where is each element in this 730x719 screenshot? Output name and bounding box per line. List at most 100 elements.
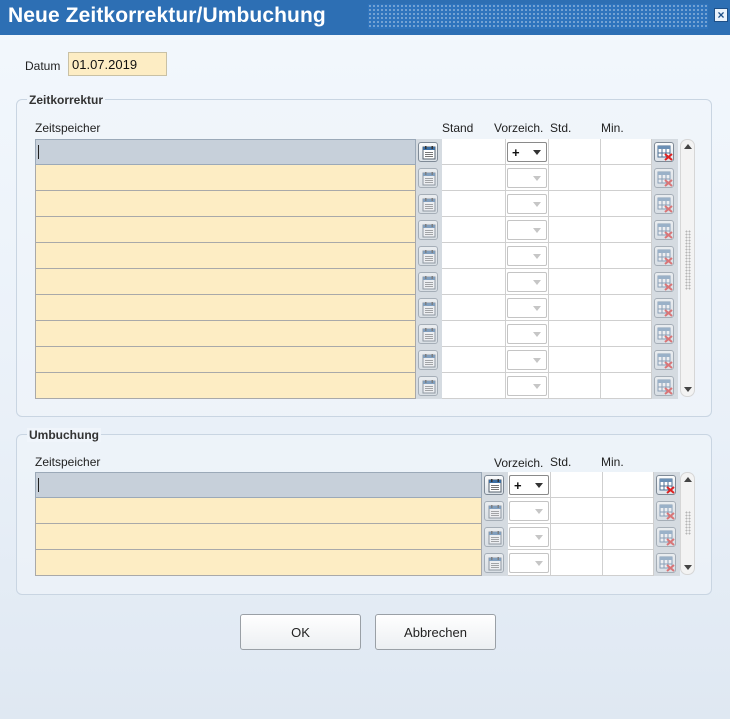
min-input[interactable] xyxy=(601,243,652,269)
table-delete-icon[interactable] xyxy=(654,272,674,292)
sign-select[interactable] xyxy=(509,527,549,547)
scroll-up-icon[interactable] xyxy=(683,474,692,485)
table-delete-icon[interactable] xyxy=(654,168,674,188)
min-input[interactable] xyxy=(601,347,652,373)
sign-select[interactable]: + xyxy=(509,475,549,495)
min-input[interactable] xyxy=(601,295,652,321)
zeitspeicher-cell[interactable] xyxy=(35,269,416,295)
sign-select[interactable] xyxy=(507,298,547,318)
std-input[interactable] xyxy=(549,321,601,347)
std-input[interactable] xyxy=(551,550,603,576)
scroll-up-icon[interactable] xyxy=(683,141,692,152)
std-input[interactable] xyxy=(549,373,601,399)
min-input[interactable] xyxy=(601,269,652,295)
calendar-list-icon[interactable] xyxy=(418,220,438,240)
sign-select[interactable] xyxy=(507,246,547,266)
table-delete-icon[interactable] xyxy=(656,475,676,495)
std-input[interactable] xyxy=(549,243,601,269)
chevron-down-icon xyxy=(533,332,541,337)
std-input[interactable] xyxy=(549,269,601,295)
sign-select[interactable] xyxy=(507,324,547,344)
table-delete-icon[interactable] xyxy=(656,553,676,573)
min-input[interactable] xyxy=(603,550,654,576)
table-delete-icon[interactable] xyxy=(654,376,674,396)
zeitspeicher-cell[interactable] xyxy=(35,347,416,373)
sign-select[interactable] xyxy=(507,220,547,240)
cancel-button[interactable]: Abbrechen xyxy=(375,614,496,650)
table-delete-icon[interactable] xyxy=(654,194,674,214)
min-input[interactable] xyxy=(601,139,652,165)
chevron-down-icon xyxy=(533,228,541,233)
calendar-list-icon[interactable] xyxy=(418,142,438,162)
zeitspeicher-cell[interactable] xyxy=(35,321,416,347)
zeitspeicher-cell[interactable] xyxy=(35,550,482,576)
calendar-list-icon[interactable] xyxy=(418,376,438,396)
min-input[interactable] xyxy=(601,217,652,243)
std-input[interactable] xyxy=(549,139,601,165)
calendar-list-icon[interactable] xyxy=(418,194,438,214)
calendar-list-icon[interactable] xyxy=(484,475,504,495)
zeitspeicher-cell[interactable] xyxy=(35,217,416,243)
sign-select[interactable] xyxy=(507,272,547,292)
min-input[interactable] xyxy=(603,524,654,550)
calendar-list-icon[interactable] xyxy=(484,553,504,573)
calendar-list-icon[interactable] xyxy=(418,298,438,318)
std-input[interactable] xyxy=(551,524,603,550)
zeitspeicher-cell[interactable] xyxy=(35,498,482,524)
zeitspeicher-cell[interactable] xyxy=(35,524,482,550)
title-bar-drag-area[interactable] xyxy=(368,4,708,29)
zeitspeicher-cell[interactable] xyxy=(35,295,416,321)
calendar-list-icon[interactable] xyxy=(418,168,438,188)
scroll-grip[interactable] xyxy=(685,230,691,290)
scroll-down-icon[interactable] xyxy=(683,384,692,395)
close-icon[interactable]: × xyxy=(714,8,728,22)
zk-scrollbar[interactable] xyxy=(680,139,695,397)
zeitspeicher-cell[interactable] xyxy=(35,373,416,399)
calendar-list-icon[interactable] xyxy=(418,272,438,292)
scroll-grip[interactable] xyxy=(685,511,691,535)
ub-scrollbar[interactable] xyxy=(680,472,695,575)
std-input[interactable] xyxy=(551,498,603,524)
sign-select[interactable] xyxy=(507,168,547,188)
min-input[interactable] xyxy=(601,321,652,347)
zeitspeicher-cell[interactable] xyxy=(35,472,482,498)
table-delete-icon[interactable] xyxy=(656,501,676,521)
zeitspeicher-cell[interactable] xyxy=(35,165,416,191)
sign-select[interactable]: + xyxy=(507,142,547,162)
min-input[interactable] xyxy=(601,191,652,217)
calendar-list-icon[interactable] xyxy=(418,246,438,266)
sign-select[interactable] xyxy=(509,501,549,521)
min-input[interactable] xyxy=(601,373,652,399)
table-delete-icon[interactable] xyxy=(654,246,674,266)
table-delete-icon[interactable] xyxy=(654,298,674,318)
std-input[interactable] xyxy=(549,217,601,243)
calendar-list-icon[interactable] xyxy=(484,501,504,521)
min-input[interactable] xyxy=(601,165,652,191)
min-input[interactable] xyxy=(603,472,654,498)
scroll-down-icon[interactable] xyxy=(683,562,692,573)
sign-select[interactable] xyxy=(507,194,547,214)
table-delete-icon[interactable] xyxy=(654,350,674,370)
calendar-list-icon[interactable] xyxy=(418,324,438,344)
std-input[interactable] xyxy=(551,472,603,498)
std-input[interactable] xyxy=(549,295,601,321)
sign-select[interactable] xyxy=(507,350,547,370)
sign-select[interactable] xyxy=(507,376,547,396)
zeitspeicher-cell[interactable] xyxy=(35,139,416,165)
min-input[interactable] xyxy=(603,498,654,524)
std-input[interactable] xyxy=(549,191,601,217)
table-delete-icon[interactable] xyxy=(654,220,674,240)
stand-cell xyxy=(442,165,506,191)
std-input[interactable] xyxy=(549,347,601,373)
calendar-list-icon[interactable] xyxy=(484,527,504,547)
table-delete-icon[interactable] xyxy=(654,142,674,162)
sign-select[interactable] xyxy=(509,553,549,573)
datum-input[interactable] xyxy=(68,52,167,76)
table-delete-icon[interactable] xyxy=(656,527,676,547)
zeitspeicher-cell[interactable] xyxy=(35,191,416,217)
calendar-list-icon[interactable] xyxy=(418,350,438,370)
zeitspeicher-cell[interactable] xyxy=(35,243,416,269)
std-input[interactable] xyxy=(549,165,601,191)
ok-button[interactable]: OK xyxy=(240,614,361,650)
table-delete-icon[interactable] xyxy=(654,324,674,344)
